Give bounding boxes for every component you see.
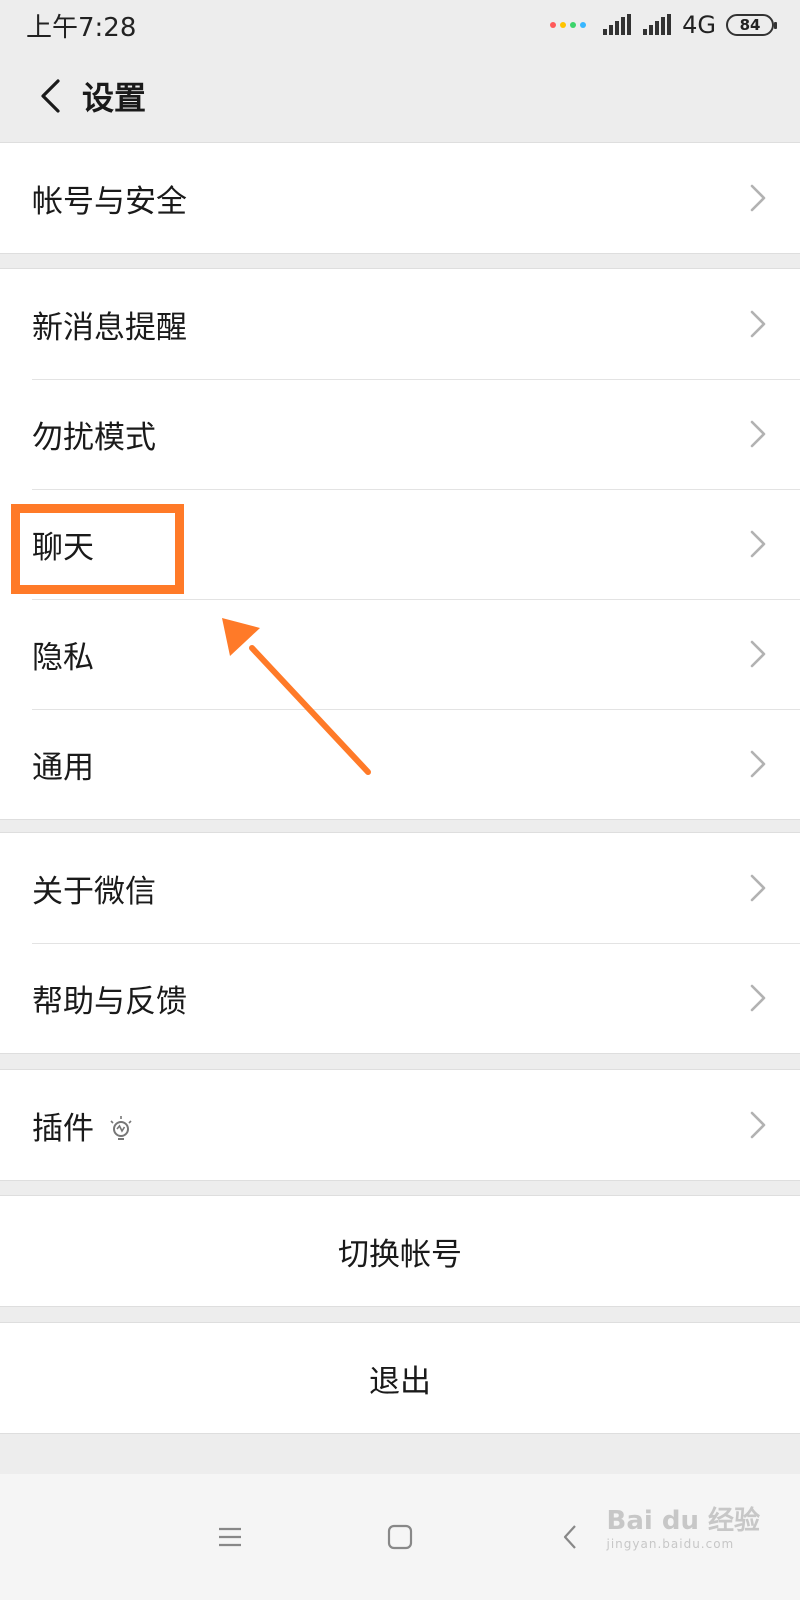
settings-group-about: 关于微信 帮助与反馈 [0,832,800,1054]
switch-account-button[interactable]: 切换帐号 [0,1196,800,1306]
chevron-right-icon [750,640,766,668]
home-icon [387,1524,413,1550]
setting-item-general[interactable]: 通用 [0,709,800,819]
switch-account-group: 切换帐号 [0,1195,800,1307]
setting-item-label: 新消息提醒 [32,309,187,346]
status-time: 上午7:28 [26,12,137,43]
chevron-right-icon [750,530,766,558]
settings-group-account: 帐号与安全 [0,142,800,254]
setting-item-privacy[interactable]: 隐私 [0,599,800,709]
home-button[interactable] [365,1502,435,1572]
setting-item-plugins[interactable]: 插件 [0,1070,800,1180]
setting-item-label: 帐号与安全 [32,183,187,220]
settings-group-general: 新消息提醒 勿扰模式 聊天 隐私 通用 [0,268,800,820]
settings-group-plugins: 插件 [0,1069,800,1181]
setting-item-about-wechat[interactable]: 关于微信 [0,833,800,943]
setting-item-label: 聊天 [32,529,94,566]
battery-level: 84 [739,16,761,34]
switch-account-label: 切换帐号 [338,1236,462,1273]
page-title: 设置 [82,79,147,117]
watermark-url: jingyan.baidu.com [606,1537,735,1551]
chevron-right-icon [750,310,766,338]
setting-item-chat[interactable]: 聊天 [0,489,800,599]
setting-item-label: 隐私 [32,639,94,676]
status-bar: 上午7:28 4G 84 [0,0,800,50]
chevron-left-icon [41,79,60,113]
setting-item-help-feedback[interactable]: 帮助与反馈 [0,943,800,1053]
menu-button[interactable] [195,1502,265,1572]
logout-button[interactable]: 退出 [0,1323,800,1433]
setting-item-label: 关于微信 [32,873,156,910]
chevron-right-icon [750,184,766,212]
setting-item-label: 帮助与反馈 [32,983,187,1020]
signal-strength-icon [603,14,632,35]
chevron-right-icon [750,420,766,448]
setting-item-label: 通用 [32,749,94,786]
setting-item-account-security[interactable]: 帐号与安全 [0,143,800,253]
battery-icon: 84 [726,14,777,36]
system-back-button[interactable] [535,1502,605,1572]
chevron-right-icon [750,1111,766,1139]
chevron-right-icon [750,984,766,1012]
setting-item-do-not-disturb[interactable]: 勿扰模式 [0,379,800,489]
header: 设置 [0,50,800,142]
logout-label: 退出 [369,1363,431,1400]
back-button[interactable] [20,66,80,126]
watermark-brand: Bai du 经验 [606,1506,761,1536]
setting-item-new-message-notification[interactable]: 新消息提醒 [0,269,800,379]
notification-dots-icon [550,22,587,28]
signal-strength-icon [643,14,672,35]
network-type: 4G [682,11,716,39]
menu-icon [219,1527,241,1547]
plugins-label: 插件 [32,1110,94,1147]
status-indicators: 4G 84 [550,11,777,39]
chevron-right-icon [750,750,766,778]
setting-item-label: 勿扰模式 [32,419,156,456]
setting-item-label: 插件 [32,1103,748,1148]
chevron-right-icon [750,874,766,902]
lightbulb-icon [110,1116,132,1140]
logout-group: 退出 [0,1322,800,1434]
back-icon [563,1525,576,1549]
baidu-watermark: Bai du 经验 jingyan.baidu.com [607,1500,761,1551]
